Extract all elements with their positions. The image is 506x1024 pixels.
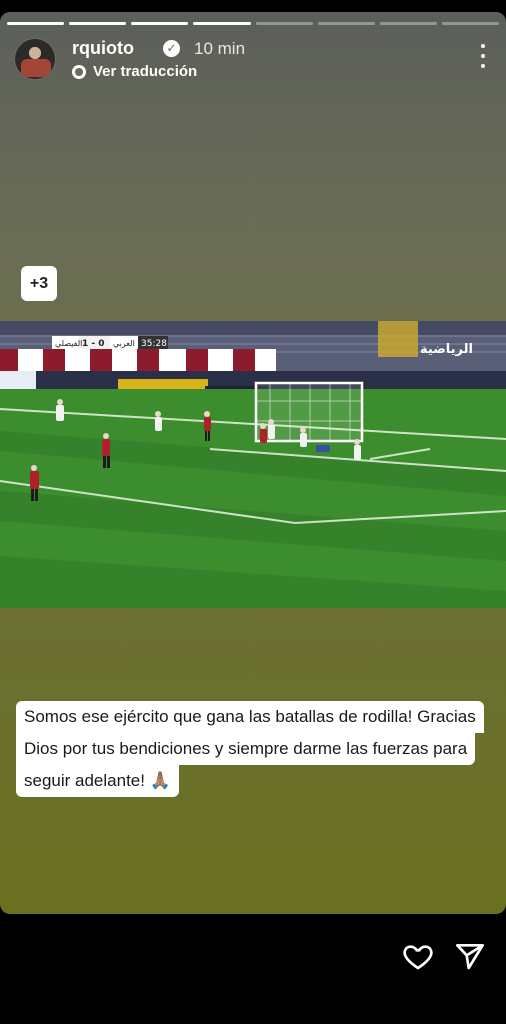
score-team-left: الفيصلي [55,339,82,348]
score-team-right: العربي [113,339,135,348]
post-time: 10 min [194,39,246,58]
verified-badge-icon: ✓ [163,40,180,57]
match-video-frame[interactable]: الفيصلي 1 - 0 العربي 35:28 الرياضية [0,321,506,608]
progress-segment [255,22,313,25]
story-caption: Somos ese ejército que gana las batallas… [16,701,484,797]
caption-line: Dios por tus bendiciones y siempre darme… [16,733,476,765]
match-clock: 35:28 [141,339,167,349]
channel-logo: الرياضية [420,342,473,357]
caption-line: Somos ese ejército que gana las batallas… [16,701,484,733]
send-icon[interactable] [452,940,488,972]
progress-segment [7,22,65,25]
translate-button[interactable]: Ver traducción [72,63,197,80]
translate-label: Ver traducción [93,63,198,80]
heart-icon[interactable] [400,940,436,972]
globe-icon [72,64,86,79]
story-frame[interactable]: rquioto ✓ 10 min Ver traducción +3 الفيص… [0,12,506,914]
progress-segment [379,22,437,25]
avatar[interactable] [14,38,56,80]
story-progress [7,22,499,25]
story-actions-bar [0,914,506,1024]
more-options-icon[interactable] [480,44,486,68]
story-header: rquioto ✓ 10 min Ver traducción [14,36,492,80]
more-count-badge: +3 [21,266,57,301]
progress-segment [441,22,499,25]
progress-segment [193,22,251,25]
caption-line: seguir adelante! 🙏🏽 [16,765,179,797]
username[interactable]: rquioto [72,38,134,59]
scoreboard: الفيصلي 1 - 0 العربي 35:28 [52,336,168,349]
progress-segment [69,22,127,25]
match-scene: الفيصلي 1 - 0 العربي 35:28 الرياضية [0,321,506,608]
progress-segment [131,22,189,25]
progress-segment [317,22,375,25]
score-value: 1 - 0 [82,339,105,349]
